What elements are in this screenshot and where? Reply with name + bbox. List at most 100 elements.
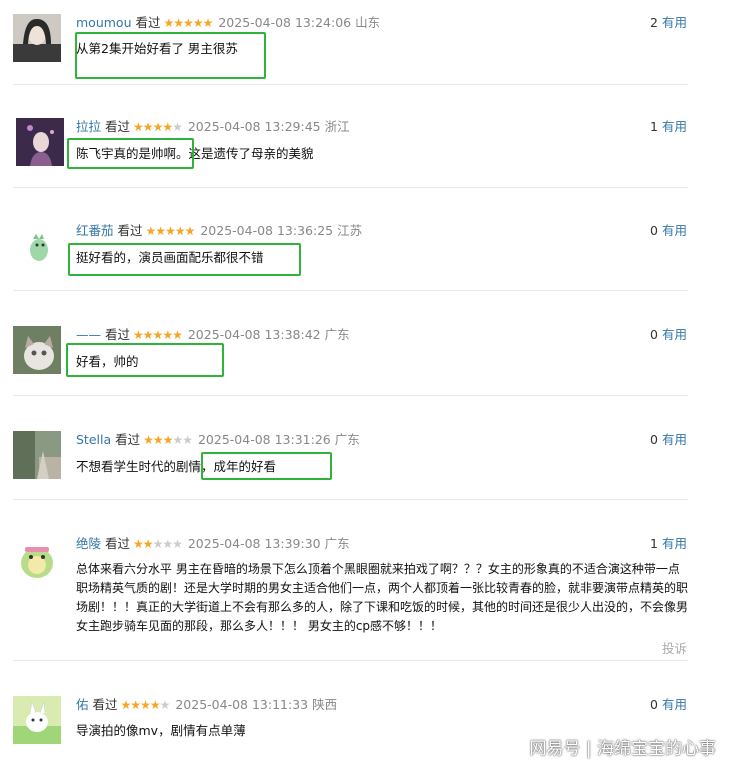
watched-status: 看过 [105, 119, 131, 134]
rating-stars: ★★★★★ [120, 696, 171, 714]
star-filled-icon: ★ [165, 224, 176, 238]
star-filled-icon: ★ [140, 698, 151, 712]
star-filled-icon: ★ [173, 16, 184, 30]
useful-button[interactable]: 有用 [662, 119, 687, 134]
review-meta: moumou 看过 ★★★★★ 2025-04-08 13:24:06 山东 [76, 14, 380, 32]
report-link[interactable]: 投诉 [662, 638, 687, 657]
useful-vote[interactable]: 1 有用 [650, 118, 687, 136]
review-meta: —— 看过 ★★★★★ 2025-04-08 13:38:42 广东 [76, 326, 350, 344]
username-link[interactable]: moumou [76, 15, 132, 30]
divider [13, 395, 688, 396]
review-time: 2025-04-08 13:36:25 [200, 223, 334, 238]
star-filled-icon: ★ [143, 433, 154, 447]
username-link[interactable]: 红番茄 [76, 223, 114, 238]
star-empty-icon: ★ [172, 120, 183, 134]
highlight-box [68, 243, 301, 276]
watermark: 网易号 | 海绵宝宝的心事 [529, 739, 716, 759]
user-avatar[interactable] [13, 431, 61, 479]
watched-status: 看过 [105, 327, 131, 342]
review-time: 2025-04-08 13:29:45 [187, 119, 321, 134]
username-link[interactable]: 绝陵 [76, 536, 101, 551]
star-filled-icon: ★ [145, 224, 157, 238]
star-filled-icon: ★ [162, 328, 173, 342]
divider [13, 660, 688, 661]
star-filled-icon: ★ [162, 433, 174, 447]
useful-vote[interactable]: 1 有用 [650, 535, 687, 553]
star-filled-icon: ★ [174, 224, 186, 238]
review-location: 江苏 [337, 223, 363, 238]
review-location: 广东 [324, 327, 350, 342]
useful-button[interactable]: 有用 [662, 15, 687, 30]
user-avatar[interactable] [13, 222, 61, 270]
useful-count: 0 [650, 432, 658, 447]
useful-vote[interactable]: 2 有用 [650, 14, 687, 32]
review-content: 总体来看六分水平 男主在昏暗的场景下怎么顶着个黑眼圈就来拍戏了啊？？？女主的形象… [76, 562, 689, 633]
star-filled-icon: ★ [184, 224, 196, 238]
review-meta: 佑看过 ★★★★★ 2025-04-08 13:11:33 陕西 [76, 696, 337, 714]
useful-vote[interactable]: 0 有用 [650, 326, 687, 344]
user-avatar[interactable] [13, 14, 61, 62]
star-filled-icon: ★ [202, 16, 214, 30]
review-time: 2025-04-08 13:31:26 [197, 432, 331, 447]
useful-vote[interactable]: 0 有用 [650, 696, 687, 714]
divider [13, 84, 688, 85]
review-location: 广东 [324, 536, 350, 551]
review-location: 陕西 [312, 697, 338, 712]
useful-count: 1 [650, 536, 658, 551]
useful-count: 2 [650, 15, 658, 30]
star-filled-icon: ★ [149, 698, 161, 712]
highlight-box [66, 343, 224, 377]
user-avatar[interactable] [13, 535, 61, 583]
star-filled-icon: ★ [142, 328, 154, 342]
watched-status: 看过 [117, 223, 143, 238]
rating-stars: ★★★★★ [143, 431, 193, 449]
highlight-box [201, 452, 332, 480]
useful-button[interactable]: 有用 [662, 697, 687, 712]
review-meta: 拉拉 看过 ★★★★★ 2025-04-08 13:29:45 浙江 [76, 118, 350, 136]
star-filled-icon: ★ [152, 328, 164, 342]
highlight-box [67, 138, 194, 169]
useful-vote[interactable]: 0 有用 [650, 431, 687, 449]
star-filled-icon: ★ [120, 698, 132, 712]
useful-count: 1 [650, 119, 658, 134]
divider [13, 187, 688, 188]
rating-stars: ★★★★★ [133, 326, 183, 344]
star-empty-icon: ★ [159, 698, 171, 712]
star-filled-icon: ★ [152, 120, 164, 134]
watched-status: 看过 [105, 536, 131, 551]
useful-button[interactable]: 有用 [662, 432, 687, 447]
star-filled-icon: ★ [183, 16, 194, 30]
username-link[interactable]: —— [76, 327, 101, 342]
useful-button[interactable]: 有用 [662, 327, 687, 342]
user-avatar[interactable] [13, 696, 61, 744]
review-meta: Stella 看过 ★★★★★ 2025-04-08 13:31:26 广东 [76, 431, 360, 449]
highlight-box [75, 32, 266, 79]
rating-stars: ★★★★★ [133, 118, 183, 136]
username-link[interactable]: Stella [76, 432, 111, 447]
useful-button[interactable]: 有用 [662, 536, 687, 551]
star-empty-icon: ★ [172, 537, 183, 551]
username-link[interactable]: 佑 [76, 697, 89, 712]
star-filled-icon: ★ [142, 120, 154, 134]
review-location: 浙江 [324, 119, 350, 134]
watched-status: 看过 [115, 432, 141, 447]
star-filled-icon: ★ [133, 120, 144, 134]
watched-status: 看过 [92, 697, 118, 712]
user-avatar[interactable] [13, 326, 61, 374]
useful-count: 0 [650, 223, 658, 238]
star-filled-icon: ★ [163, 16, 175, 30]
username-link[interactable]: 拉拉 [76, 119, 101, 134]
star-filled-icon: ★ [152, 433, 164, 447]
review-time: 2025-04-08 13:39:30 [187, 536, 321, 551]
user-avatar[interactable] [16, 118, 64, 166]
review-meta: 红番茄 看过 ★★★★★ 2025-04-08 13:36:25 江苏 [76, 222, 362, 240]
star-filled-icon: ★ [133, 328, 144, 342]
star-filled-icon: ★ [142, 537, 154, 551]
review-meta: 绝陵 看过 ★★★★★ 2025-04-08 13:39:30 广东 [76, 535, 350, 553]
review-content: 不想看学生时代的剧情，成年的好看 [76, 459, 277, 474]
review-location: 山东 [355, 15, 381, 30]
useful-button[interactable]: 有用 [662, 223, 687, 238]
useful-vote[interactable]: 0 有用 [650, 222, 687, 240]
star-filled-icon: ★ [172, 328, 183, 342]
star-empty-icon: ★ [182, 433, 193, 447]
